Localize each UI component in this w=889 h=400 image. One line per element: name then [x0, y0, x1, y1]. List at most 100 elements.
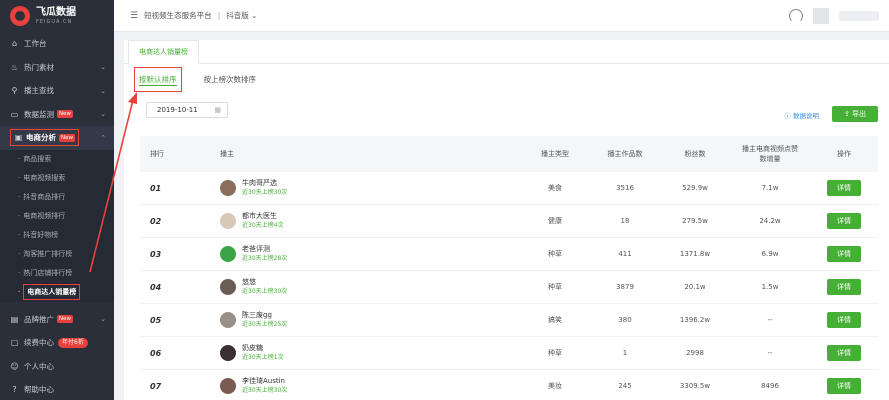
sidebar-item-label: 个人中心 [24, 361, 54, 371]
host-name[interactable]: 陈三废gg [242, 310, 287, 320]
data-explain-link[interactable]: ⓘ 数据说明 [784, 110, 819, 120]
top-header: ☰ 短视频生态服务平台 | 抖音版 ⌄ [114, 0, 889, 32]
detail-button[interactable]: 详情 [827, 246, 861, 262]
sidebar-item-label: 续费中心 [24, 338, 54, 348]
sidebar-item-host-search[interactable]: ⚲ 播主查找 ⌄ [0, 79, 114, 103]
host-cell[interactable]: 奶皮糖 近30天上榜1次 [180, 343, 520, 363]
sidebar-item-ecommerce[interactable]: ▣ 电商分析 New ⌃ [0, 126, 114, 150]
sidebar-subitem[interactable]: 抖音好物榜 [0, 225, 114, 245]
host-name[interactable]: 悠悠 [242, 277, 287, 287]
avatar [220, 213, 236, 229]
host-name[interactable]: 都市大医生 [242, 211, 283, 221]
new-badge: New [59, 133, 75, 142]
sort-default-tab[interactable]: 按默认排序 [134, 67, 182, 92]
detail-button[interactable]: 详情 [827, 213, 861, 229]
avatar [220, 345, 236, 361]
export-button[interactable]: ⇪ 导出 [832, 106, 878, 122]
detail-button[interactable]: 详情 [827, 180, 861, 196]
header-type: 播主类型 [541, 150, 569, 158]
likes-increment-cell: 8496 [761, 382, 779, 390]
fans-cell: 2998 [686, 349, 704, 357]
host-name[interactable]: 牛肉哥严选 [242, 178, 287, 188]
sidebar-subitem[interactable]: 热门店铺排行榜 [0, 263, 114, 283]
host-name[interactable]: 奶皮糖 [242, 343, 283, 353]
likes-increment-cell: -- [767, 349, 773, 357]
sidebar-item-brand[interactable]: ▤ 品牌推广 New ⌄ [0, 308, 114, 332]
tab-sales-ranking[interactable]: 电商达人销量榜 [128, 40, 199, 64]
likes-increment-cell: 7.1w [761, 184, 779, 192]
sidebar-item-help[interactable]: ? 帮助中心 [0, 378, 114, 400]
sort-by-count-tab[interactable]: 按上榜次数排序 [200, 70, 261, 89]
new-badge: New [57, 315, 73, 324]
avatar [220, 246, 236, 262]
detail-button[interactable]: 详情 [827, 345, 861, 361]
sidebar-subitem[interactable]: 淘客推广排行榜 [0, 244, 114, 264]
host-cell[interactable]: 陈三废gg 近30天上榜25次 [180, 310, 520, 330]
type-cell: 种草 [548, 283, 562, 291]
sidebar-item-workbench[interactable]: ⌂ 工作台 [0, 32, 114, 56]
main-panel: 电商达人销量榜 按默认排序 按上榜次数排序 2019-10-11 ▦ ⓘ 数据说… [124, 40, 889, 400]
table-row: 05 陈三废gg 近30天上榜25次 搞笑 380 1396.2w -- 详情 [140, 304, 878, 337]
chevron-down-icon: ⌄ [100, 63, 106, 72]
type-cell: 搞笑 [548, 316, 562, 324]
table-row: 04 悠悠 近30天上榜30次 种草 3879 20.1w 1.5w 详情 [140, 271, 878, 304]
host-cell[interactable]: 牛肉哥严选 近30天上榜30次 [180, 178, 520, 198]
logo-name: 飞瓜数据 [36, 6, 76, 18]
user-name-blurred[interactable] [839, 11, 879, 21]
avatar [220, 378, 236, 394]
sidebar-subitem[interactable]: 商品搜索 [0, 149, 114, 169]
sidebar-subitem[interactable]: 电商视频排行 [0, 206, 114, 226]
breadcrumb-separator: | [217, 11, 221, 20]
date-value: 2019-10-11 [157, 106, 198, 114]
avatar[interactable] [813, 8, 829, 24]
header-works: 播主作品数 [607, 150, 643, 158]
detail-button[interactable]: 详情 [827, 378, 861, 394]
menu-icon[interactable]: ☰ [130, 11, 138, 21]
host-cell[interactable]: 李佳琦Austin 近30天上榜30次 [180, 376, 520, 396]
sidebar: 飞瓜数据 FEIGUA.CN ⌂ 工作台 ♨ 热门素材 ⌄ ⚲ 播主查找 ⌄ ▭… [0, 0, 114, 400]
platform-dropdown[interactable]: 抖音版 ⌄ [226, 10, 257, 21]
likes-increment-cell: -- [767, 316, 773, 324]
detail-button[interactable]: 详情 [827, 279, 861, 295]
new-badge: New [57, 110, 73, 119]
host-cell[interactable]: 悠悠 近30天上榜30次 [180, 277, 520, 297]
export-icon: ⇪ [843, 110, 853, 118]
host-name[interactable]: 老爸评测 [242, 244, 287, 254]
type-cell: 种草 [548, 250, 562, 258]
host-name[interactable]: 李佳琦Austin [242, 376, 287, 386]
host-cell[interactable]: 老爸评测 近30天上榜28次 [180, 244, 520, 264]
detail-button[interactable]: 详情 [827, 312, 861, 328]
fans-cell: 1396.2w [679, 316, 711, 324]
sidebar-subitem-current[interactable]: 电商达人销量榜 [0, 282, 114, 302]
header-likes-increment: 播主电商视频点赞数增量 [742, 145, 798, 163]
calendar-icon: ▦ [214, 106, 221, 114]
ranking-table: 排行 播主 播主类型 播主作品数 粉丝数 播主电商视频点赞数增量 操作 01 牛… [140, 136, 878, 400]
chevron-down-icon: ⌄ [100, 315, 106, 324]
works-cell: 1 [622, 349, 628, 357]
info-icon: ⓘ [784, 112, 793, 120]
host-rank-count: 近30天上榜28次 [242, 255, 288, 262]
sidebar-subitem[interactable]: 电商视频搜索 [0, 168, 114, 188]
header-rank: 排行 [150, 150, 164, 158]
sidebar-item-label: 电商分析 [26, 133, 56, 143]
host-cell[interactable]: 都市大医生 近30天上榜4次 [180, 211, 520, 231]
sidebar-item-label: 帮助中心 [24, 385, 54, 395]
works-cell: 3879 [616, 283, 634, 291]
logo[interactable]: 飞瓜数据 FEIGUA.CN [0, 0, 114, 32]
sidebar-subitem[interactable]: 抖音商品排行 [0, 187, 114, 207]
works-cell: 18 [620, 217, 630, 225]
sidebar-item-data-monitor[interactable]: ▭ 数据监测 New ⌄ [0, 103, 114, 127]
headset-icon[interactable] [789, 9, 803, 23]
date-picker[interactable]: 2019-10-11 ▦ [146, 102, 228, 118]
ecommerce-highlight: ▣ 电商分析 New [10, 129, 79, 147]
table-row: 02 都市大医生 近30天上榜4次 健康 18 279.5w 24.2w 详情 [140, 205, 878, 238]
rank-cell: 01 [150, 183, 162, 193]
sort-tabs: 按默认排序 按上榜次数排序 [134, 67, 260, 92]
sidebar-item-profile[interactable]: ☺ 个人中心 [0, 355, 114, 379]
works-cell: 380 [618, 316, 632, 324]
op-cell: 详情 [810, 213, 878, 229]
sidebar-item-renew[interactable]: ▢ 续费中心 年付6折 [0, 331, 114, 355]
sidebar-item-hot-material[interactable]: ♨ 热门素材 ⌄ [0, 56, 114, 80]
breadcrumb-platform[interactable]: 短视频生态服务平台 [144, 10, 212, 21]
host-rank-count: 近30天上榜1次 [242, 354, 284, 361]
